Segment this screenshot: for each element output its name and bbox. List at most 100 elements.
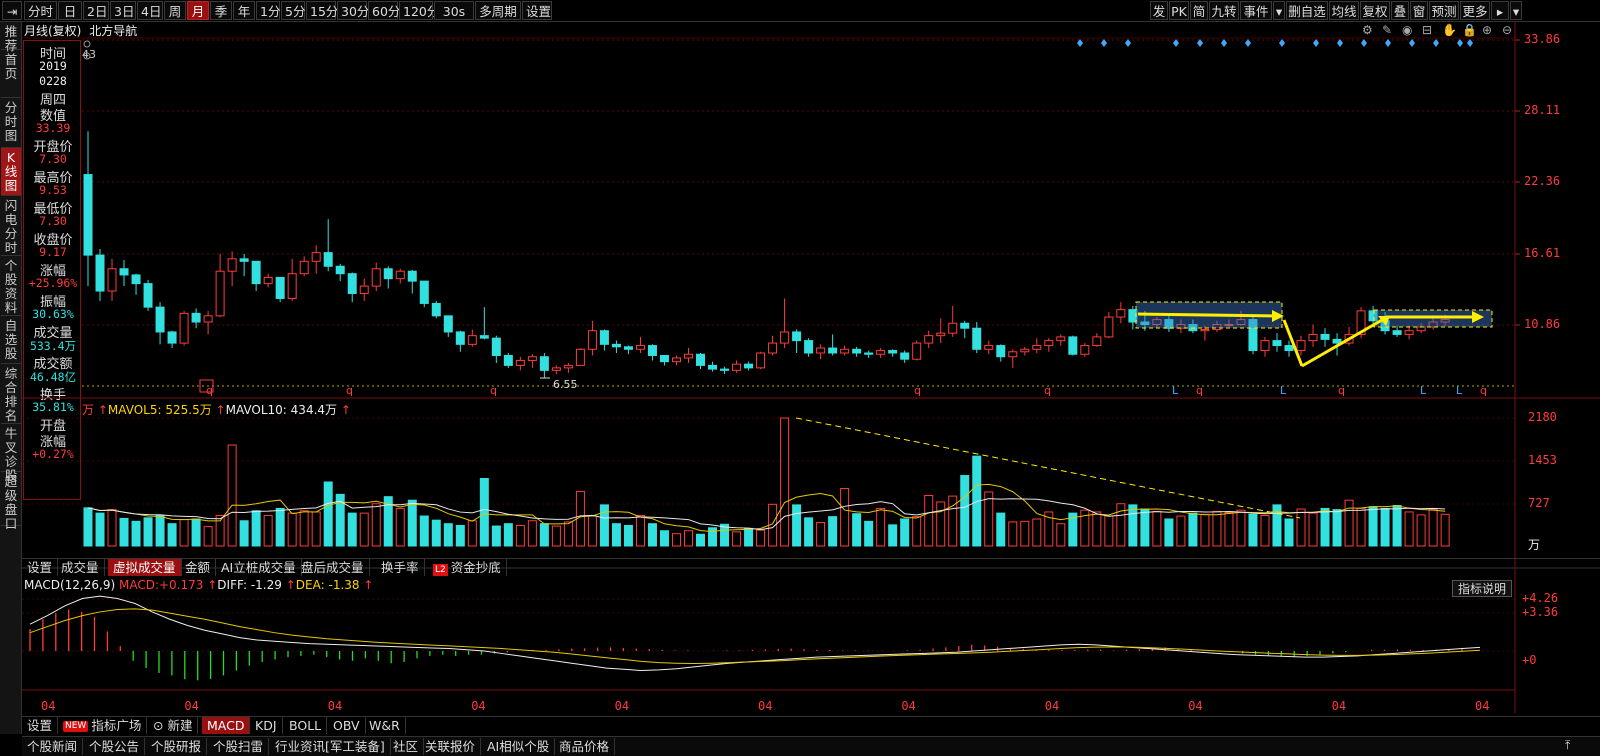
candle-body [623, 346, 633, 350]
candle-body [647, 345, 657, 356]
indicator-tab-2[interactable]: BOLL [284, 717, 328, 734]
signal-mark: q [1480, 384, 1487, 397]
indicator-settings-tab[interactable]: 设置 [22, 717, 59, 734]
volume-tab-2[interactable]: 虚拟成交量 [108, 559, 182, 576]
volume-bar [107, 509, 117, 547]
price-tick-3: 16.61 [1524, 246, 1561, 260]
volume-tick-0: 2180 [1528, 410, 1557, 424]
candle-body [275, 276, 285, 299]
kline-chart-canvas[interactable]: q q q q q Lq Lq L Lq ⚙ ✎ ◉ ⊟ ✋ 🔒 ⊕ ⊖ [0, 0, 1600, 756]
candle-body [191, 312, 201, 323]
l2-badge: L2 [433, 564, 448, 576]
bottom-nav: 个股新闻 个股公告 个股研报 个股扫雷 行业资讯[军工装备] 社区 关联报价 AI相似个股 商品… [22, 736, 1600, 756]
bottom-nav-item-0[interactable]: 个股新闻 [22, 738, 84, 755]
candle-body [936, 332, 946, 337]
signal-diamond-icon [1221, 39, 1227, 47]
robot-icon: ⊙ [153, 718, 164, 733]
candle-body [828, 347, 838, 354]
volume-tab-1[interactable]: 成交量 [56, 559, 105, 576]
volume-bar [1212, 510, 1222, 547]
indicator-tab-3[interactable]: OBV [328, 717, 366, 734]
signal-diamond-icon [1245, 39, 1251, 47]
bottom-nav-item-1[interactable]: 个股公告 [84, 738, 146, 755]
layout-icon[interactable]: ⊟ [1422, 23, 1432, 37]
eye-icon[interactable]: ◉ [1402, 23, 1412, 37]
candle-body [1104, 316, 1114, 338]
candle-body [1116, 309, 1126, 318]
candle-body [563, 364, 573, 369]
volume-bar [311, 511, 321, 547]
indicator-tab-4[interactable]: W&R [364, 717, 406, 734]
candle-body [708, 364, 718, 370]
volume-bar [1260, 514, 1270, 547]
bottom-nav-item-7[interactable]: AI相似个股 [482, 738, 556, 755]
pan-icon[interactable]: ✋ [1442, 23, 1457, 37]
macd-tick-0: +4.26 [1522, 591, 1559, 605]
candle-body [696, 353, 706, 366]
indicator-explain-button[interactable]: 指标说明 [1452, 580, 1513, 597]
indicator-tab-1[interactable]: KDJ [250, 717, 283, 734]
candle-body [575, 348, 585, 366]
volume-tab-4[interactable]: AI立桩成交量 [216, 559, 302, 576]
bottom-nav-item-2[interactable]: 个股研报 [146, 738, 208, 755]
price-low-marker: 6.55 [553, 378, 578, 391]
bottom-nav-item-8[interactable]: 商品价格 [554, 738, 616, 755]
volume-bar [828, 516, 838, 547]
candle-body [203, 315, 213, 323]
volume-bar [251, 510, 261, 547]
volume-bar [1248, 513, 1258, 547]
volume-tabs: 设置 成交量 虚拟成交量 金额 AI立桩成交量 盘后成交量 换手率 L2 资金抄底 [22, 558, 1600, 576]
bottom-nav-item-6[interactable]: 关联报价 [420, 738, 482, 755]
bottom-nav-item-4[interactable]: 行业资讯[军工装备] [270, 738, 391, 755]
volume-tab-7[interactable]: L2 资金抄底 [428, 559, 507, 576]
time-tick-2: 04 [327, 699, 343, 713]
settings-icon[interactable]: ⚙ [1362, 23, 1373, 37]
volume-bar [647, 523, 657, 547]
volume-tab-5[interactable]: 盘后成交量 [296, 559, 370, 576]
candle-body [960, 322, 970, 329]
signal-mark: q [914, 384, 921, 397]
volume-bar [143, 517, 153, 547]
volume-bar [1152, 510, 1162, 547]
candle-body [179, 312, 189, 344]
volume-bar [1284, 518, 1294, 547]
candle-body [732, 363, 742, 371]
volume-tab-0[interactable]: 设置 [22, 559, 59, 576]
signal-mark: q [346, 384, 353, 397]
volume-bar [479, 477, 489, 547]
volume-bar [227, 444, 237, 547]
candle-body [335, 265, 345, 275]
volume-bar [696, 533, 706, 547]
candle-body [1284, 345, 1294, 352]
volume-bar [467, 520, 477, 547]
volume-bar [1404, 511, 1414, 547]
indicator-new-tab[interactable]: ⊙ 新建 [148, 717, 199, 734]
candle-body [635, 345, 645, 350]
volume-bar [1020, 520, 1030, 547]
bottom-nav-item-5[interactable]: 社区 [388, 738, 425, 755]
volume-bar [1128, 504, 1138, 547]
dea-label: DEA: [295, 578, 325, 592]
time-tick-5: 04 [758, 699, 773, 713]
macd-tick-1: +3.36 [1522, 605, 1559, 619]
zoom-in-icon[interactable]: ⊕ [1482, 23, 1492, 37]
scroll-top-icon[interactable]: ⤒ [1565, 738, 1570, 753]
volume-bar [852, 513, 862, 547]
macd-tick-2: +0 [1522, 653, 1537, 667]
volume-bar [503, 523, 513, 547]
time-tick-8: 04 [1188, 699, 1203, 713]
zoom-out-icon[interactable]: ⊖ [1502, 23, 1512, 37]
mavol5-value: 525.5万 [165, 403, 212, 417]
candle-body [611, 343, 621, 348]
volume-bar [587, 515, 597, 547]
indicator-plaza-tab[interactable]: NEW 指标广场 [58, 717, 148, 734]
draw-icon[interactable]: ✎ [1382, 23, 1392, 37]
volume-bar [287, 512, 297, 547]
lock-icon[interactable]: 🔒 [1462, 23, 1477, 37]
volume-bar [191, 518, 201, 547]
volume-tab-3[interactable]: 金额 [180, 559, 217, 576]
indicator-tab-0[interactable]: MACD [202, 717, 251, 734]
volume-bar [431, 519, 441, 547]
bottom-nav-item-3[interactable]: 个股扫雷 [208, 738, 270, 755]
volume-tab-6[interactable]: 换手率 [376, 559, 425, 576]
